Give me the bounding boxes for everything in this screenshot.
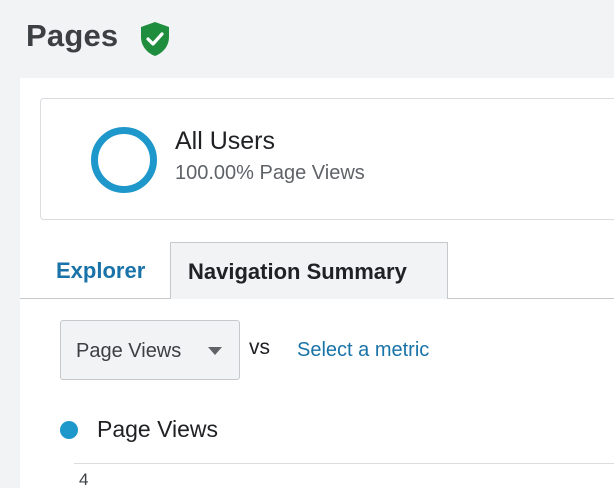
chart-gridline <box>74 463 614 464</box>
tab-navigation-summary-label: Navigation Summary <box>188 259 407 284</box>
tab-navigation-summary[interactable]: Navigation Summary <box>170 242 448 299</box>
segment-name: All Users <box>175 127 276 155</box>
select-metric-link[interactable]: Select a metric <box>297 339 429 362</box>
legend-dot-icon <box>60 421 78 439</box>
report-content: All Users 100.00% Page Views Explorer Na… <box>20 78 614 488</box>
y-axis-tick-label: 4 <box>79 470 89 488</box>
page-root: Pages All Users 100.00% Page Views Explo… <box>0 0 614 488</box>
tab-explorer[interactable]: Explorer <box>56 258 145 284</box>
primary-metric-value: Page Views <box>76 340 182 362</box>
segment-subtitle: 100.00% Page Views <box>175 162 365 184</box>
vs-label: vs <box>249 336 270 359</box>
legend-label: Page Views <box>97 416 219 442</box>
dropdown-caret-icon <box>208 347 222 355</box>
page-title: Pages <box>26 18 119 53</box>
segment-ring-icon <box>91 127 157 193</box>
page-header: Pages <box>0 0 614 78</box>
primary-metric-dropdown[interactable]: Page Views <box>60 320 240 380</box>
verified-shield-icon <box>141 22 169 56</box>
segment-card[interactable]: All Users 100.00% Page Views <box>40 98 614 220</box>
